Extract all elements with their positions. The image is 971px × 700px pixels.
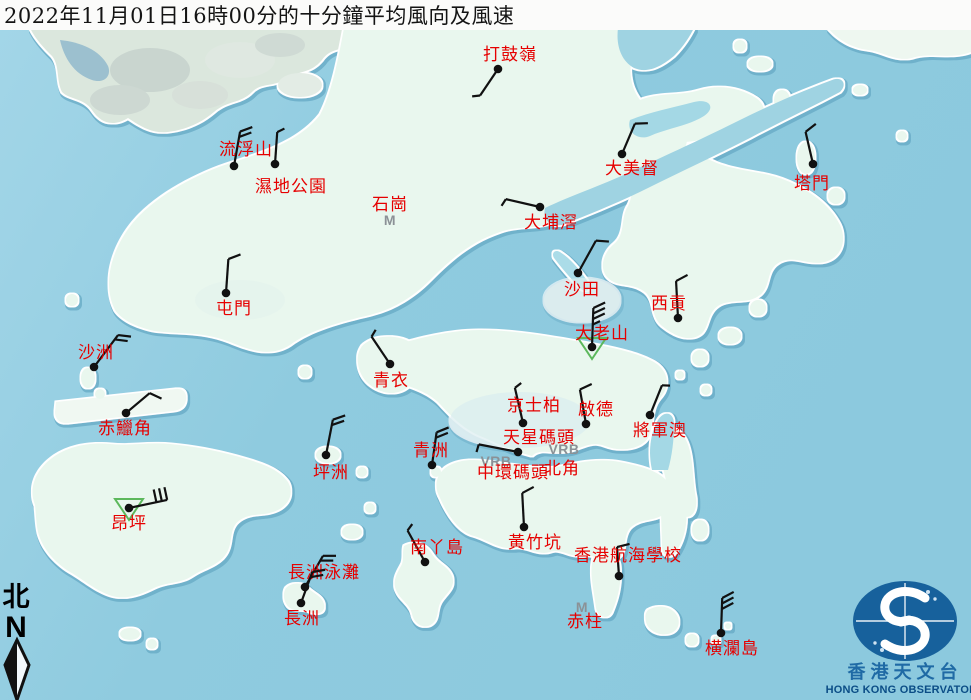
station-label: 長洲泳灘 — [288, 563, 360, 583]
station-label: 赤柱 — [567, 612, 603, 632]
station-dot — [717, 629, 726, 638]
station-label: 長洲 — [284, 609, 320, 629]
station-label: 中環碼頭 — [477, 463, 549, 483]
station-label: 石崗 — [372, 195, 408, 215]
station-label: 打鼓嶺 — [483, 45, 537, 65]
wind-barb-tick — [472, 96, 480, 97]
station-label: 大埔滘 — [524, 213, 578, 233]
station-label: 沙田 — [564, 280, 600, 300]
station-label: 青衣 — [373, 371, 409, 391]
station-label: 塔門 — [794, 174, 830, 194]
station-dot — [222, 289, 231, 298]
station-dot — [297, 599, 306, 608]
station-dot — [230, 162, 239, 171]
station-dot — [514, 448, 523, 457]
station-label: 坪洲 — [313, 463, 349, 483]
station-label: 京士柏 — [507, 396, 561, 416]
station-label: 大美督 — [605, 159, 659, 179]
station-label: 北角 — [544, 459, 580, 479]
station-dot — [646, 411, 655, 420]
station-dot — [582, 420, 591, 429]
station-label: 赤鱲角 — [98, 419, 152, 439]
station-label: 香港航海學校 — [574, 546, 682, 566]
station-label: 沙洲 — [78, 343, 114, 363]
station-dot — [809, 160, 818, 169]
hko-logo-english: HONG KONG OBSERVATORY — [826, 684, 971, 696]
wind-map-screen: 2022年11月01日16時00分的十分鐘平均風向及風速 — [0, 0, 971, 700]
station-status-text: VRB — [548, 441, 579, 457]
wind-barb-tick — [596, 241, 609, 242]
hko-logo-chinese: 香港天文台 — [847, 661, 963, 683]
station-label: 濕地公園 — [255, 177, 327, 197]
station-dot — [386, 360, 395, 369]
station-label: 南丫島 — [410, 538, 464, 558]
station-dot — [574, 269, 583, 278]
station-label: 流浮山 — [219, 140, 273, 160]
station-marker: VRB 北角 — [544, 441, 580, 479]
station-label: 大老山 — [575, 324, 629, 344]
station-dot — [520, 523, 529, 532]
map-title: 2022年11月01日16時00分的十分鐘平均風向及風速 — [0, 0, 514, 30]
station-dot — [122, 409, 131, 418]
station-dot — [536, 203, 545, 212]
station-label: 屯門 — [216, 299, 252, 319]
station-dot — [125, 504, 134, 513]
compass-north-chinese: 北 — [3, 582, 30, 613]
station-label: 啟德 — [578, 400, 614, 420]
station-dot — [90, 363, 99, 372]
map-canvas: 打鼓嶺流浮山濕地公園M石崗大埔滘大美督塔門沙田西貢大老山屯門沙洲青衣赤鱲角昂坪坪… — [0, 0, 971, 700]
station-dot — [421, 558, 430, 567]
title-bar: 2022年11月01日16時00分的十分鐘平均風向及風速 — [0, 0, 971, 30]
station-dot — [322, 451, 331, 460]
station-label: 黃竹坑 — [508, 533, 562, 553]
station-label: 西貢 — [651, 294, 687, 314]
station-label: 將軍澳 — [633, 421, 687, 441]
station-dot — [428, 461, 437, 470]
station-dot — [494, 65, 503, 74]
station-label: 横瀾島 — [705, 639, 759, 659]
station-label: 昂坪 — [111, 514, 147, 534]
station-dot — [674, 314, 683, 323]
station-label: 青洲 — [413, 441, 449, 461]
station-dot — [271, 160, 280, 169]
station-dot — [618, 150, 627, 159]
station-dot — [615, 572, 624, 581]
station-dot — [519, 419, 528, 428]
